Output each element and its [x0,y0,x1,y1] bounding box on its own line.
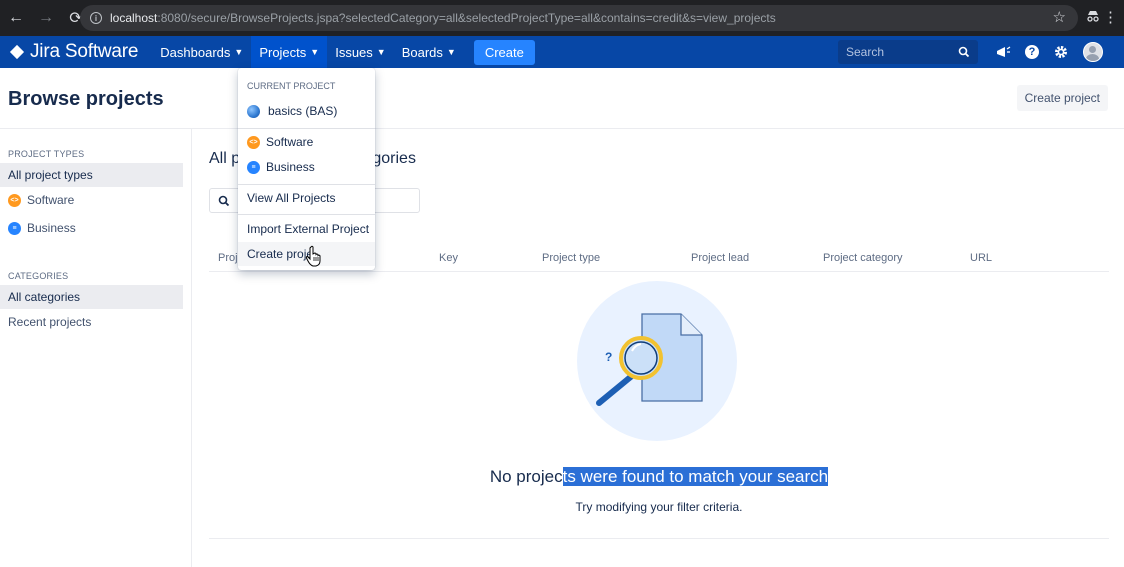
svg-text:?: ? [605,350,612,364]
browser-menu-icon[interactable]: ⋮ [1103,8,1118,26]
page-header: Browse projects Create project [0,68,1124,129]
dropdown-separator [238,128,375,129]
dropdown-item-import-external-project[interactable]: Import External Project [238,217,375,241]
jira-diamond-icon [10,45,24,59]
sidebar-item-all-categories[interactable]: All categories [0,285,183,309]
empty-state-title: No projects were found to match your sea… [0,467,1124,487]
software-icon: <> [8,193,21,207]
column-url[interactable]: URL [970,252,992,264]
column-project-lead[interactable]: Project lead [691,252,749,264]
notifications-megaphone-icon[interactable] [995,44,1011,60]
search-input[interactable] [846,45,951,59]
project-types-heading: PROJECT TYPES [8,149,85,159]
menu-issues[interactable]: Issues ▼ [327,36,394,68]
divider [209,538,1109,539]
dropdown-item-software[interactable]: <> Software [238,130,375,154]
sidebar-item-label: All categories [8,290,81,304]
dropdown-separator [238,184,375,185]
dropdown-separator [238,214,375,215]
empty-search-illustration: ? [577,281,737,441]
sidebar-item-recent-projects[interactable]: Recent projects [0,310,183,334]
page-title: Browse projects [8,88,164,110]
column-key[interactable]: Key [439,252,458,264]
hand-pointer-cursor-icon [305,245,321,267]
sidebar-item-label: Recent projects [8,315,92,329]
projects-dropdown: CURRENT PROJECT basics (BAS) <> Software … [238,68,375,270]
header-search[interactable] [838,40,978,64]
main-menu: Dashboards ▼ Projects ▼ Issues ▼ Boards ▼ Cr… [152,36,535,68]
product-name: Jira Software [30,41,139,62]
current-project-name: basics (BAS) [268,104,338,118]
menu-boards[interactable]: Boards ▼ [394,36,464,68]
browser-nav: ← → ⟳ [0,8,84,28]
bookmark-star-icon[interactable]: ☆ [1053,8,1066,26]
site-info-icon[interactable]: i [90,12,102,24]
business-icon: ≡ [247,160,260,174]
address-bar[interactable]: i localhost:8080/secure/BrowseProjects.j… [80,5,1078,31]
back-arrow-icon[interactable]: ← [8,9,24,27]
dropdown-item-view-all-projects[interactable]: View All Projects [238,186,375,210]
selected-text-highlight: ts were found to match your search [562,467,829,486]
help-icon[interactable]: ? [1025,45,1039,59]
menu-projects[interactable]: Projects ▼ [251,36,328,68]
url-host: localhost [110,11,158,25]
sidebar-item-label: Business [27,221,76,235]
search-icon [218,195,230,206]
sidebar-item-all-project-types[interactable]: All project types [0,163,183,187]
current-project-label: CURRENT PROJECT [247,81,336,91]
dropdown-item-current-project[interactable]: basics (BAS) [238,99,375,123]
settings-gear-icon[interactable] [1053,44,1069,60]
user-avatar[interactable] [1083,42,1103,62]
chevron-down-icon: ▼ [234,47,244,57]
empty-title-text: No projec [489,467,563,486]
header-icons: ? [995,36,1103,68]
column-project-category[interactable]: Project category [823,252,902,264]
dropdown-software-label: Software [266,135,314,149]
sidebar-item-label: All project types [8,168,93,182]
search-icon[interactable] [958,45,970,63]
sidebar-item-business[interactable]: ≡ Business [0,216,183,240]
jira-logo[interactable]: Jira Software [0,41,138,63]
column-project-type[interactable]: Project type [542,252,600,264]
incognito-icon[interactable] [1086,9,1100,26]
section-title-start: All p [209,150,241,167]
menu-projects-label: Projects [259,44,307,60]
browser-chrome: ← → ⟳ i localhost:8080/secure/BrowseProj… [0,0,1124,36]
sidebar-item-software[interactable]: <> Software [0,188,183,212]
chevron-down-icon: ▼ [310,47,320,57]
url-path: :8080/secure/BrowseProjects.jspa?selecte… [157,11,776,25]
create-button[interactable]: Create [473,39,535,65]
empty-state-subtitle: Try modifying your filter criteria. [575,500,743,514]
forward-arrow-icon[interactable]: → [38,9,54,27]
project-avatar-icon [247,104,260,118]
jira-header: Jira Software Dashboards ▼ Projects ▼ Issu… [0,36,1124,68]
dropdown-business-label: Business [266,160,315,174]
sidebar-item-label: Software [27,193,75,207]
create-project-button[interactable]: Create project [1016,85,1108,111]
chevron-down-icon: ▼ [446,47,456,57]
menu-dashboards-label: Dashboards [160,44,231,60]
menu-issues-label: Issues [335,44,373,60]
business-icon: ≡ [8,221,21,235]
chevron-down-icon: ▼ [376,47,386,57]
menu-boards-label: Boards [401,44,443,60]
categories-heading: CATEGORIES [8,271,69,281]
dropdown-item-business[interactable]: ≡ Business [238,155,375,179]
software-icon: <> [247,135,260,149]
menu-dashboards[interactable]: Dashboards ▼ [152,36,251,68]
address-url[interactable]: localhost:8080/secure/BrowseProjects.jsp… [110,11,776,25]
